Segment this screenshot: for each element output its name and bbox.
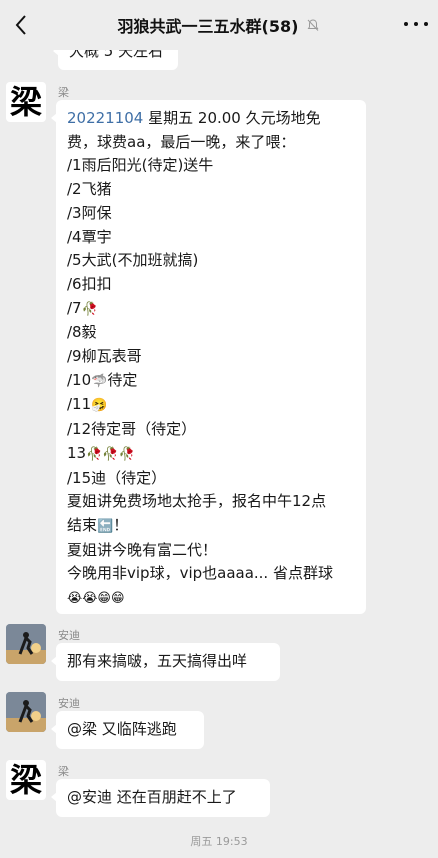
sender-name: 安迪: [58, 629, 80, 642]
more-dots-icon[interactable]: [404, 14, 428, 34]
chat-title-text: 羽狼共武一三五水群(58): [117, 17, 299, 36]
message-line: /9柳瓦表哥: [67, 347, 142, 366]
message-line: 费，球费aa，最后一晚，来了喂：: [67, 132, 296, 151]
message-line: /3阿保: [67, 203, 112, 222]
message-line: /15迪（待定）: [67, 468, 167, 487]
shark-icon: 🦈: [91, 373, 108, 389]
chat-title: 羽狼共武一三五水群(58): [118, 13, 321, 37]
message-line: /6扣扣: [67, 274, 112, 293]
message-line: /2飞猪: [67, 180, 112, 199]
message-line: /5大武(不加班就搞): [67, 251, 199, 270]
avatar[interactable]: [6, 692, 46, 732]
mute-bell-icon: [308, 19, 319, 31]
avatar-char: 梁: [9, 83, 42, 121]
message-line: /12待定哥（待定）: [67, 420, 197, 439]
message-line: 13🥀🥀🥀: [67, 443, 135, 462]
crying-face-icon: 😭: [67, 591, 83, 607]
back-arrow-icon[interactable]: [10, 12, 32, 38]
message-bubble[interactable]: @安迪 还在百朋赶不上了: [51, 779, 270, 817]
date-link[interactable]: 20221104: [67, 109, 143, 127]
crying-face-icon: 😭: [82, 591, 98, 607]
message-line: /8毅: [67, 323, 97, 342]
sender-name: 安迪: [58, 697, 80, 710]
message-text: 那有来搞啵，五天搞得出咩: [67, 652, 248, 670]
message-line: 夏姐讲免费场地太抢手，报名中午12点: [67, 492, 327, 511]
message-bubble[interactable]: 20221104 星期五 20.00 久元场地免 费，球费aa，最后一晚，来了喂…: [51, 100, 366, 614]
message-line: 20221104 星期五 20.00 久元场地免: [67, 109, 321, 127]
message-bubble[interactable]: 那有来搞啵，五天搞得出咩: [51, 643, 280, 681]
wilted-rose-icon: 🥀: [86, 446, 103, 462]
message-bubble[interactable]: @梁 又临阵逃跑: [51, 711, 204, 749]
grinning-face-icon: 😁: [110, 591, 125, 607]
message-line: /7🥀: [67, 298, 98, 317]
message-line: /10🦈待定: [67, 370, 138, 389]
message-line: /4覃宇: [67, 227, 112, 246]
message-line: 😭😭😁😁: [67, 586, 356, 611]
message-line: 结束🔚！: [67, 515, 129, 534]
avatar[interactable]: [6, 624, 46, 664]
message-line: /1雨后阳光(待定)送牛: [67, 156, 214, 175]
avatar-char: 梁: [9, 761, 42, 799]
wilted-rose-icon: 🥀: [81, 301, 98, 317]
message-line: 今晚用非vip球，vip也aaaa... 省点群球: [67, 564, 333, 583]
message-text: @安迪 还在百朋赶不上了: [67, 788, 237, 806]
chat-header: 羽狼共武一三五水群(58): [0, 0, 438, 50]
wilted-rose-icon: 🥀: [102, 446, 119, 462]
message-text: @梁 又临阵逃跑: [67, 720, 177, 738]
avatar-image: [6, 624, 46, 664]
message-line: 夏姐讲今晚有富二代！: [67, 540, 218, 559]
message-line: /11🤧: [67, 395, 108, 414]
avatar-image: [6, 692, 46, 732]
timestamp: 周五 19:53: [190, 835, 248, 848]
end-arrow-icon: 🔚: [97, 518, 114, 534]
avatar[interactable]: 梁: [6, 82, 46, 122]
sender-name: 梁: [58, 765, 69, 778]
sender-name: 梁: [58, 86, 69, 99]
avatar[interactable]: 梁: [6, 760, 46, 800]
wilted-rose-icon: 🥀: [118, 446, 135, 462]
sneeze-icon: 🤧: [91, 398, 108, 414]
grinning-face-icon: 😁: [97, 591, 111, 607]
